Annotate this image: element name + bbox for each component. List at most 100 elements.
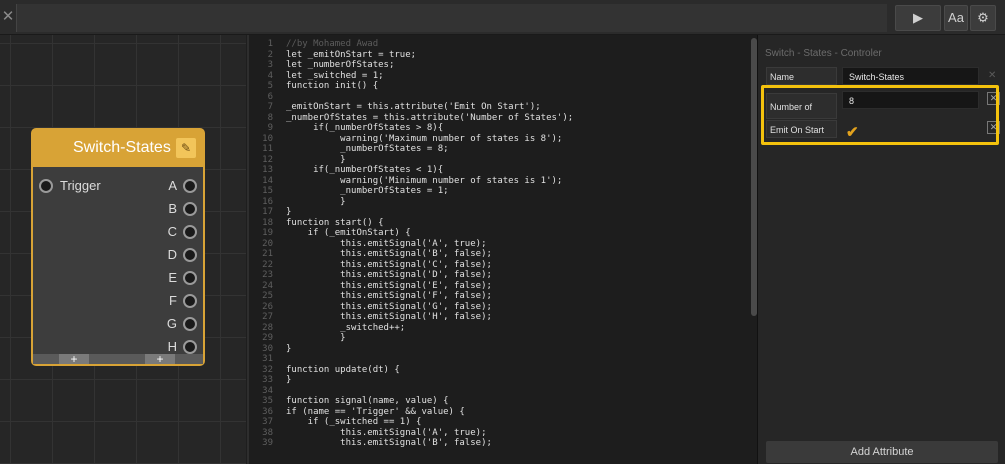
code-line[interactable]: this.emitSignal('A', true); (286, 239, 486, 249)
code-line[interactable]: } (286, 375, 291, 385)
code-line[interactable]: } (286, 155, 345, 165)
add-attribute-button[interactable]: Add Attribute (766, 441, 998, 463)
line-number: 13 (262, 165, 273, 175)
line-number: 17 (262, 207, 273, 217)
code-line[interactable]: let _emitOnStart = true; (286, 50, 416, 60)
line-number: 4 (267, 70, 273, 81)
line-number: 6 (267, 91, 273, 102)
line-number: 19 (262, 228, 273, 238)
remove-attribute-icon[interactable]: ✕ (988, 70, 996, 81)
code-line[interactable]: warning('Maximum number of states is 8')… (286, 134, 562, 144)
port-circle-icon[interactable] (183, 293, 197, 308)
node-graph-canvas[interactable]: Switch-States ✎ Trigger A B C D E F G H … (0, 35, 246, 464)
code-line[interactable]: if (_emitOnStart) { (286, 228, 411, 238)
port-label: C (167, 224, 177, 239)
code-line[interactable]: this.emitSignal('C', false); (286, 260, 492, 270)
port-circle-icon[interactable] (183, 270, 197, 285)
code-line[interactable]: if(_numberOfStates > 8){ (286, 123, 443, 133)
line-number: 22 (262, 259, 273, 270)
node-header[interactable]: Switch-States ✎ (33, 130, 203, 167)
add-output-button[interactable]: + (145, 353, 175, 365)
output-port-c[interactable]: C (168, 224, 197, 239)
code-line[interactable]: if (_switched == 1) { (286, 417, 422, 427)
line-number: 37 (262, 417, 273, 427)
line-number: 18 (262, 217, 273, 228)
code-line[interactable]: _numberOfStates = this.attribute('Number… (286, 113, 573, 123)
output-port-a[interactable]: A (168, 178, 197, 193)
port-label: A (168, 178, 177, 193)
line-number: 30 (262, 343, 273, 354)
port-label: H (167, 339, 177, 354)
line-number: 38 (262, 427, 273, 438)
output-port-e[interactable]: E (168, 270, 197, 285)
line-number: 36 (262, 406, 273, 417)
code-line[interactable]: let _switched = 1; (286, 71, 384, 81)
line-number: 3 (267, 60, 273, 70)
code-line[interactable]: _numberOfStates = 1; (286, 186, 448, 196)
code-line[interactable]: this.emitSignal('A', true); (286, 428, 486, 438)
output-port-h[interactable]: H (168, 339, 197, 354)
port-label: G (166, 316, 177, 331)
line-number: 34 (262, 385, 273, 396)
settings-button[interactable]: ⚙ (970, 5, 996, 31)
code-line[interactable]: function update(dt) { (286, 365, 400, 375)
line-number: 9 (267, 123, 273, 133)
port-label: B (168, 201, 177, 216)
code-line[interactable]: } (286, 333, 345, 343)
port-circle-icon[interactable] (183, 316, 197, 331)
selection-highlight (761, 85, 999, 145)
code-line[interactable]: let _numberOfStates; (286, 60, 394, 70)
port-circle-icon[interactable] (183, 224, 197, 239)
line-number: 32 (262, 364, 273, 375)
output-port-f[interactable]: F (169, 293, 197, 308)
line-number: 29 (262, 333, 273, 343)
code-line[interactable]: this.emitSignal('D', false); (286, 270, 492, 280)
add-input-button[interactable]: + (59, 353, 89, 365)
code-line[interactable]: this.emitSignal('E', false); (286, 281, 492, 291)
code-line[interactable]: this.emitSignal('B', false); (286, 249, 492, 259)
port-circle-icon[interactable] (183, 247, 197, 262)
port-circle-icon[interactable] (183, 339, 197, 354)
output-port-g[interactable]: G (167, 316, 197, 331)
code-line[interactable]: } (286, 207, 291, 217)
line-number: 2 (267, 49, 273, 60)
code-line[interactable]: this.emitSignal('H', false); (286, 312, 492, 322)
code-line[interactable]: if (name == 'Trigger' && value) { (286, 407, 465, 417)
port-label: F (169, 293, 177, 308)
code-line[interactable]: _numberOfStates = 8; (286, 144, 448, 154)
code-line[interactable]: this.emitSignal('F', false); (286, 291, 492, 301)
font-size-button[interactable]: Aa (944, 5, 968, 31)
switch-states-node[interactable]: Switch-States ✎ Trigger A B C D E F G H … (31, 128, 205, 366)
code-line[interactable]: } (286, 344, 291, 354)
line-number: 23 (262, 270, 273, 280)
code-line[interactable]: this.emitSignal('B', false); (286, 438, 492, 448)
port-circle-icon[interactable] (39, 178, 53, 193)
output-port-b[interactable]: B (168, 201, 197, 216)
code-line[interactable]: } (286, 197, 345, 207)
code-line[interactable]: function start() { (286, 218, 384, 228)
port-label: D (167, 247, 177, 262)
code-line[interactable]: _switched++; (286, 323, 405, 333)
code-line[interactable]: function signal(name, value) { (286, 396, 449, 406)
code-editor[interactable]: 1 2 3 4 5 6 7 8 9 10 11 12 13 14 15 16 17 18 19 20 21 22 23 24 2… (247, 35, 759, 464)
code-line[interactable]: _emitOnStart = this.attribute('Emit On S… (286, 102, 541, 112)
close-tab-icon[interactable]: ✕ (0, 7, 16, 27)
port-circle-icon[interactable] (183, 178, 197, 193)
pencil-icon[interactable]: ✎ (176, 138, 196, 158)
code-line[interactable]: warning('Minimum number of states is 1')… (286, 176, 562, 186)
code-line[interactable]: this.emitSignal('G', false); (286, 302, 492, 312)
input-port-trigger[interactable]: Trigger (39, 178, 101, 193)
name-field[interactable]: Switch-States (842, 67, 979, 85)
code-line[interactable]: function init() { (286, 81, 378, 91)
line-number: 14 (262, 175, 273, 186)
code-line[interactable]: if(_numberOfStates < 1){ (286, 165, 443, 175)
code-line[interactable]: //by Mohamed Awad (286, 39, 378, 49)
node-footer: + + (33, 353, 203, 365)
play-button[interactable]: ▶ (895, 5, 941, 31)
line-number: 35 (262, 396, 273, 406)
play-icon: ▶ (913, 10, 923, 25)
tab-strip (16, 4, 887, 32)
line-number: 5 (267, 81, 273, 91)
output-port-d[interactable]: D (168, 247, 197, 262)
port-circle-icon[interactable] (183, 201, 197, 216)
